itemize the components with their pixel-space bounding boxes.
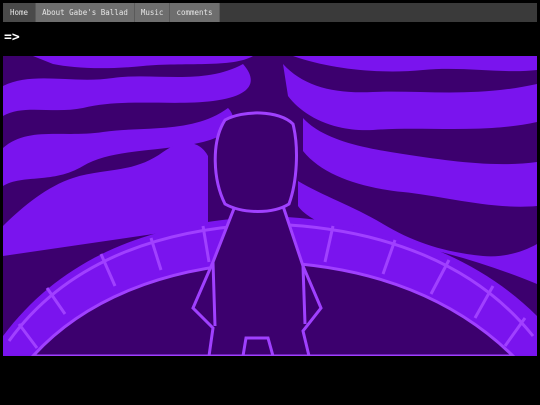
- nav-about-link[interactable]: About Gabe's Ballad: [36, 3, 135, 22]
- scene-illustration: [3, 56, 537, 356]
- nav-comments-link[interactable]: comments: [170, 3, 220, 22]
- figure-left-arm: [211, 261, 217, 327]
- nav-bar-filler: [219, 3, 537, 22]
- top-nav-bar: Home About Gabe's Ballad Music comments: [3, 3, 537, 22]
- command-prompt[interactable]: =>: [4, 31, 20, 45]
- figure-right-arm: [301, 265, 307, 325]
- nav-music-link[interactable]: Music: [134, 3, 171, 22]
- nav-home-link[interactable]: Home: [3, 3, 37, 22]
- comic-panel: [3, 56, 537, 356]
- figure-head: [213, 111, 298, 213]
